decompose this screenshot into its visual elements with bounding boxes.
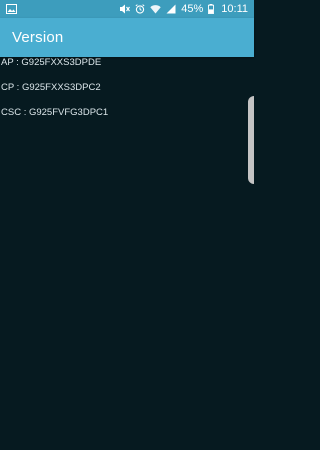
battery-percent: 45%	[181, 3, 204, 15]
page-title: Version	[12, 29, 64, 46]
wifi-icon	[150, 4, 161, 14]
version-csc: CSC : G925FVFG3DPC1	[1, 107, 109, 118]
status-bar: 45% 10:11	[0, 0, 254, 18]
version-list: AP : G925FXXS3DPDE CP : G925FXXS3DPC2 CS…	[0, 57, 254, 450]
status-bar-left	[6, 4, 119, 14]
version-cp: CP : G925FXXS3DPC2	[1, 82, 101, 93]
alarm-icon	[135, 4, 145, 14]
gallery-icon	[6, 4, 17, 14]
app-bar: Version	[0, 18, 254, 57]
edge-panel-handle[interactable]	[248, 96, 254, 184]
battery-icon	[208, 4, 215, 14]
version-ap: AP : G925FXXS3DPDE	[1, 57, 102, 68]
screen: 45% 10:11 Version AP : G925FXXS3DPDE CP …	[0, 0, 254, 450]
clock: 10:11	[221, 3, 248, 15]
signal-icon	[166, 4, 176, 14]
mute-icon	[119, 4, 131, 14]
status-bar-right: 45% 10:11	[119, 3, 248, 15]
